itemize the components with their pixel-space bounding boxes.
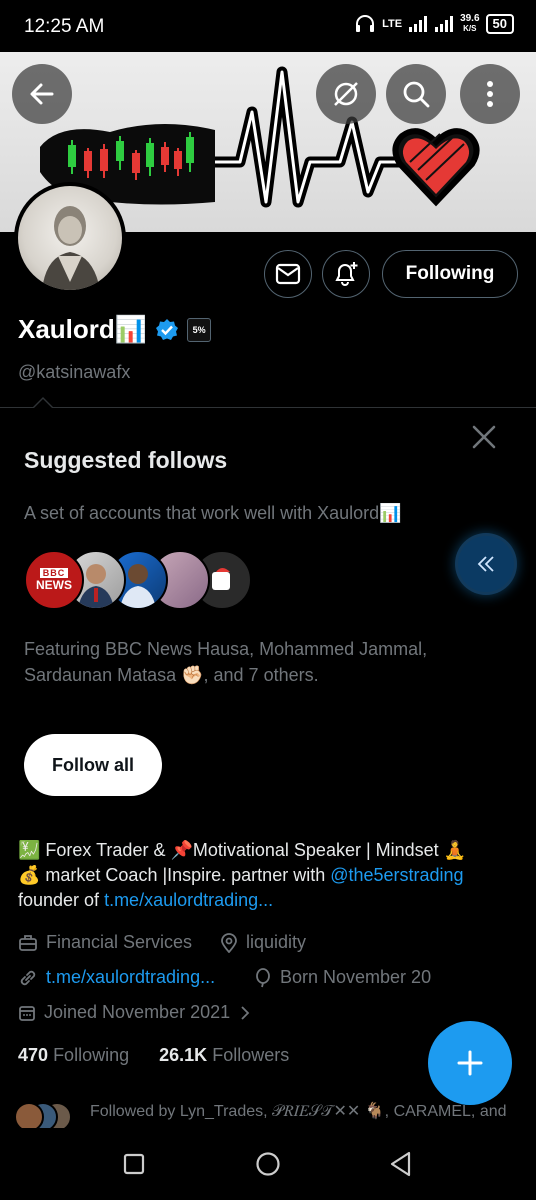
search-icon: [403, 81, 430, 108]
battery-indicator: 50: [485, 14, 514, 34]
status-icons: LTE 39.6 K/S 50: [354, 14, 514, 34]
back-button[interactable]: [12, 64, 72, 124]
bio-url-link[interactable]: t.me/xaulordtrading...: [104, 890, 273, 910]
verified-badge-icon[interactable]: [155, 318, 179, 342]
grok-button[interactable]: [316, 64, 376, 124]
meta-website[interactable]: t.me/xaulordtrading...: [18, 967, 215, 988]
avatar-image: [18, 186, 122, 290]
collapse-button[interactable]: [458, 536, 514, 592]
briefcase-icon: [19, 934, 37, 951]
signal-icon: [409, 16, 428, 32]
more-vertical-icon: [487, 81, 493, 107]
suggested-follows-title: Suggested follows: [24, 447, 228, 473]
meta-joined[interactable]: Joined November 2021: [18, 1002, 252, 1023]
more-button[interactable]: [460, 64, 520, 124]
search-button[interactable]: [386, 64, 446, 124]
chevron-right-icon: [241, 1005, 250, 1020]
calendar-icon: [19, 1005, 35, 1021]
grok-icon: [334, 82, 358, 106]
status-time: 12:25 AM: [24, 16, 105, 37]
net-speed: 39.6 K/S: [460, 13, 480, 34]
headset-icon: [356, 15, 375, 32]
follow-counts: 470 Following 26.1K Followers: [18, 1045, 289, 1066]
mail-icon: [275, 263, 301, 285]
affiliate-badge[interactable]: 5%: [187, 317, 212, 342]
suggested-follows-subtitle: A set of accounts that work well with Xa…: [24, 503, 402, 523]
link-icon: [20, 970, 36, 985]
location-pin-icon: [221, 932, 237, 953]
network-label: LTE: [382, 18, 403, 30]
mention-link[interactable]: @the5erstrading: [330, 865, 463, 885]
signal-icon-2: [435, 16, 454, 32]
message-button[interactable]: [264, 250, 312, 298]
back-nav-icon[interactable]: [388, 1150, 414, 1178]
followers-count-link[interactable]: 26.1K Followers: [159, 1045, 289, 1065]
followed-by-text[interactable]: Followed by Lyn_Trades, 𝒫𝑅𝐼𝐸𝒮𝒯✕✕ 🐐, CARA…: [90, 1101, 520, 1129]
profile-name-row: Xaulord📊 5%: [18, 314, 212, 345]
profile-bio: 💹 Forex Trader & 📌Motivational Speaker |…: [18, 840, 467, 910]
recents-icon[interactable]: [122, 1152, 146, 1176]
balloon-icon: [256, 967, 270, 987]
meta-location: liquidity: [220, 932, 306, 953]
bell-plus-icon: [335, 262, 358, 286]
close-icon[interactable]: [468, 421, 500, 453]
divider: [0, 407, 536, 408]
plus-icon: [457, 1050, 483, 1076]
profile-avatar[interactable]: [14, 182, 126, 294]
double-chevron-left-icon: [477, 556, 494, 572]
following-button[interactable]: Following: [382, 250, 518, 298]
home-icon[interactable]: [254, 1150, 282, 1178]
arrow-left-icon: [30, 83, 54, 105]
profile-handle: @katsinawafx: [18, 362, 131, 382]
follow-all-button[interactable]: Follow all: [24, 734, 162, 796]
avatar-bbc-news: BBC NEWS: [24, 550, 84, 610]
compose-button[interactable]: [428, 1021, 512, 1105]
display-name: Xaulord📊: [18, 314, 148, 344]
notifications-button[interactable]: [322, 250, 370, 298]
suggested-avatars[interactable]: BBC NEWS: [24, 550, 252, 610]
featuring-text: Featuring BBC News Hausa, Mohammed Jamma…: [24, 639, 428, 685]
meta-born: Born November 20: [254, 967, 431, 988]
system-nav-bar: [0, 1128, 536, 1200]
following-count-link[interactable]: 470 Following: [18, 1045, 129, 1065]
status-bar: 12:25 AM LTE 39.6 K/S 50: [0, 0, 536, 52]
meta-category: Financial Services: [18, 932, 192, 953]
